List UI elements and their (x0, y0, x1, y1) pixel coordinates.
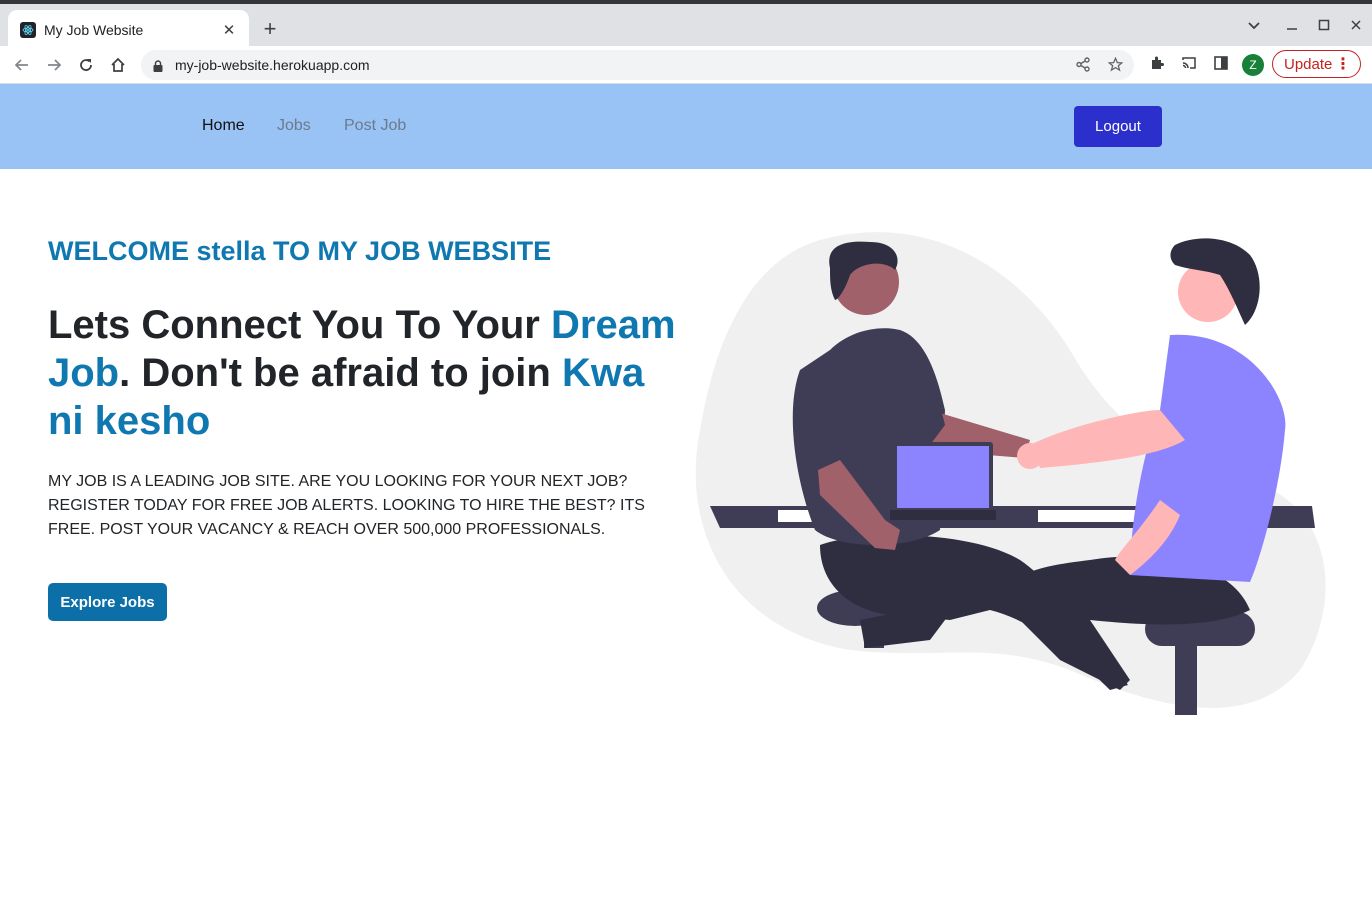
tab-close-icon[interactable]: ✕ (219, 21, 239, 39)
site-navbar: Home Jobs Post Job Logout (0, 84, 1372, 169)
address-bar[interactable]: my-job-website.herokuapp.com (141, 50, 1134, 80)
nav-jobs-link[interactable]: Jobs (277, 117, 311, 135)
side-panel-icon[interactable] (1213, 55, 1229, 75)
explore-jobs-button[interactable]: Explore Jobs (48, 583, 167, 621)
logout-button[interactable]: Logout (1074, 106, 1162, 147)
welcome-heading: WELCOME stella TO MY JOB WEBSITE (48, 236, 552, 266)
update-button[interactable]: Update ⋮ (1272, 50, 1361, 78)
cast-icon[interactable] (1181, 55, 1197, 75)
browser-toolbar: my-job-website.herokuapp.com Z Update ⋮ (0, 46, 1372, 84)
more-menu-icon: ⋮ (1335, 56, 1351, 73)
maximize-icon[interactable] (1314, 18, 1334, 36)
browser-tabstrip: My Job Website ✕ + (0, 0, 1372, 50)
back-icon[interactable] (9, 52, 35, 78)
handshake-illustration (695, 232, 1326, 715)
close-window-icon[interactable] (1346, 18, 1366, 36)
extensions-icon[interactable] (1149, 55, 1165, 75)
nav-home-link[interactable]: Home (202, 117, 245, 135)
headline-text: Lets Connect You To Your (48, 303, 551, 347)
minimize-icon[interactable] (1282, 18, 1302, 36)
bookmark-star-icon[interactable] (1107, 56, 1124, 76)
lock-icon (153, 59, 163, 72)
tab-search-icon[interactable] (1244, 18, 1264, 36)
tab-title: My Job Website (44, 22, 144, 38)
new-tab-icon[interactable]: + (258, 18, 282, 40)
react-favicon-icon (20, 22, 36, 38)
headline-text: . Don't be afraid to join (119, 351, 562, 395)
url-text: my-job-website.herokuapp.com (175, 57, 370, 73)
update-label: Update (1284, 55, 1333, 73)
home-icon[interactable] (105, 52, 131, 78)
reload-icon[interactable] (73, 52, 99, 78)
intro-paragraph: MY JOB IS A LEADING JOB SITE. ARE YOU LO… (48, 473, 645, 538)
hero-headline: Lets Connect You To Your Dream Job. Don'… (48, 301, 688, 445)
nav-post-job-link[interactable]: Post Job (344, 117, 406, 135)
forward-icon[interactable] (41, 52, 67, 78)
share-icon[interactable] (1076, 57, 1091, 76)
browser-tab[interactable]: My Job Website ✕ (8, 10, 249, 50)
profile-avatar[interactable]: Z (1242, 54, 1264, 76)
